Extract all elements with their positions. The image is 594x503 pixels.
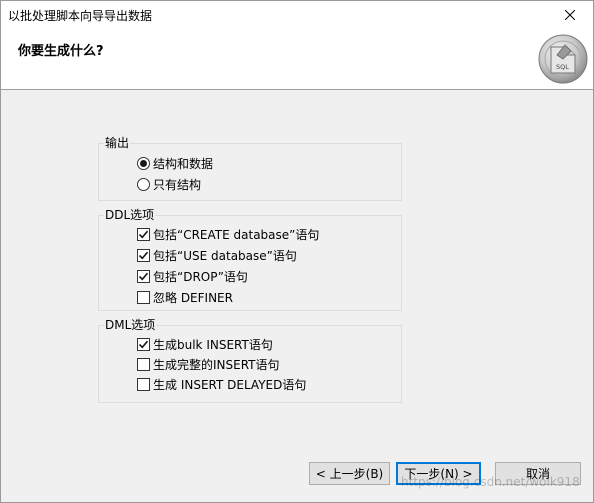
radio-label: 结构和数据	[153, 156, 214, 171]
checkbox-label: 生成完整的INSERT语句	[153, 357, 280, 372]
checkbox-unchecked-icon	[137, 377, 150, 391]
structure-and-data-radio[interactable]: 结构和数据	[137, 155, 213, 171]
ddl-group-label: DDL选项	[104, 208, 156, 222]
ignore-definer-checkbox[interactable]: 忽略 DEFINER	[137, 289, 233, 305]
close-icon	[564, 9, 576, 23]
checkbox-label: 包括“DROP”语句	[153, 269, 248, 284]
radio-selected-icon	[137, 156, 150, 170]
radio-unselected-icon	[137, 177, 150, 191]
checkbox-label: 包括“USE database”语句	[153, 248, 297, 263]
checkbox-label: 忽略 DEFINER	[153, 290, 233, 305]
bulk-insert-checkbox[interactable]: 生成bulk INSERT语句	[137, 336, 273, 352]
radio-label: 只有结构	[153, 177, 202, 192]
checkbox-label: 包括“CREATE database”语句	[153, 227, 320, 242]
complete-insert-checkbox[interactable]: 生成完整的INSERT语句	[137, 356, 280, 372]
checkbox-checked-icon	[137, 337, 150, 351]
window-title: 以批处理脚本向导导出数据	[8, 9, 153, 23]
checkbox-checked-icon	[137, 227, 150, 241]
output-group-label: 输出	[104, 136, 131, 150]
checkbox-checked-icon	[137, 269, 150, 283]
close-button[interactable]	[547, 1, 593, 30]
page-heading: 你要生成什么?	[18, 44, 104, 59]
insert-delayed-checkbox[interactable]: 生成 INSERT DELAYED语句	[137, 376, 306, 392]
export-wizard-window: 以批处理脚本向导导出数据 你要生成什么? SQL 输出 结构和数据 只有结构 D…	[0, 0, 594, 503]
checkbox-unchecked-icon	[137, 290, 150, 304]
checkbox-label: 生成bulk INSERT语句	[153, 337, 273, 352]
output-group	[98, 143, 402, 201]
include-use-database-checkbox[interactable]: 包括“USE database”语句	[137, 247, 297, 263]
back-button[interactable]: < 上一步(B)	[309, 462, 390, 485]
title-bar: 以批处理脚本向导导出数据	[1, 1, 593, 31]
sql-database-icon: SQL	[537, 33, 589, 85]
dml-group-label: DML选项	[104, 318, 157, 332]
watermark-text: https://blog.csdn.net/wolk918	[401, 475, 580, 489]
checkbox-checked-icon	[137, 248, 150, 262]
wizard-header: 你要生成什么? SQL	[1, 31, 593, 90]
include-drop-checkbox[interactable]: 包括“DROP”语句	[137, 268, 248, 284]
checkbox-label: 生成 INSERT DELAYED语句	[153, 377, 307, 392]
sql-logo-text: SQL	[556, 63, 569, 71]
checkbox-unchecked-icon	[137, 357, 150, 371]
structure-only-radio[interactable]: 只有结构	[137, 176, 201, 192]
include-create-database-checkbox[interactable]: 包括“CREATE database”语句	[137, 226, 319, 242]
